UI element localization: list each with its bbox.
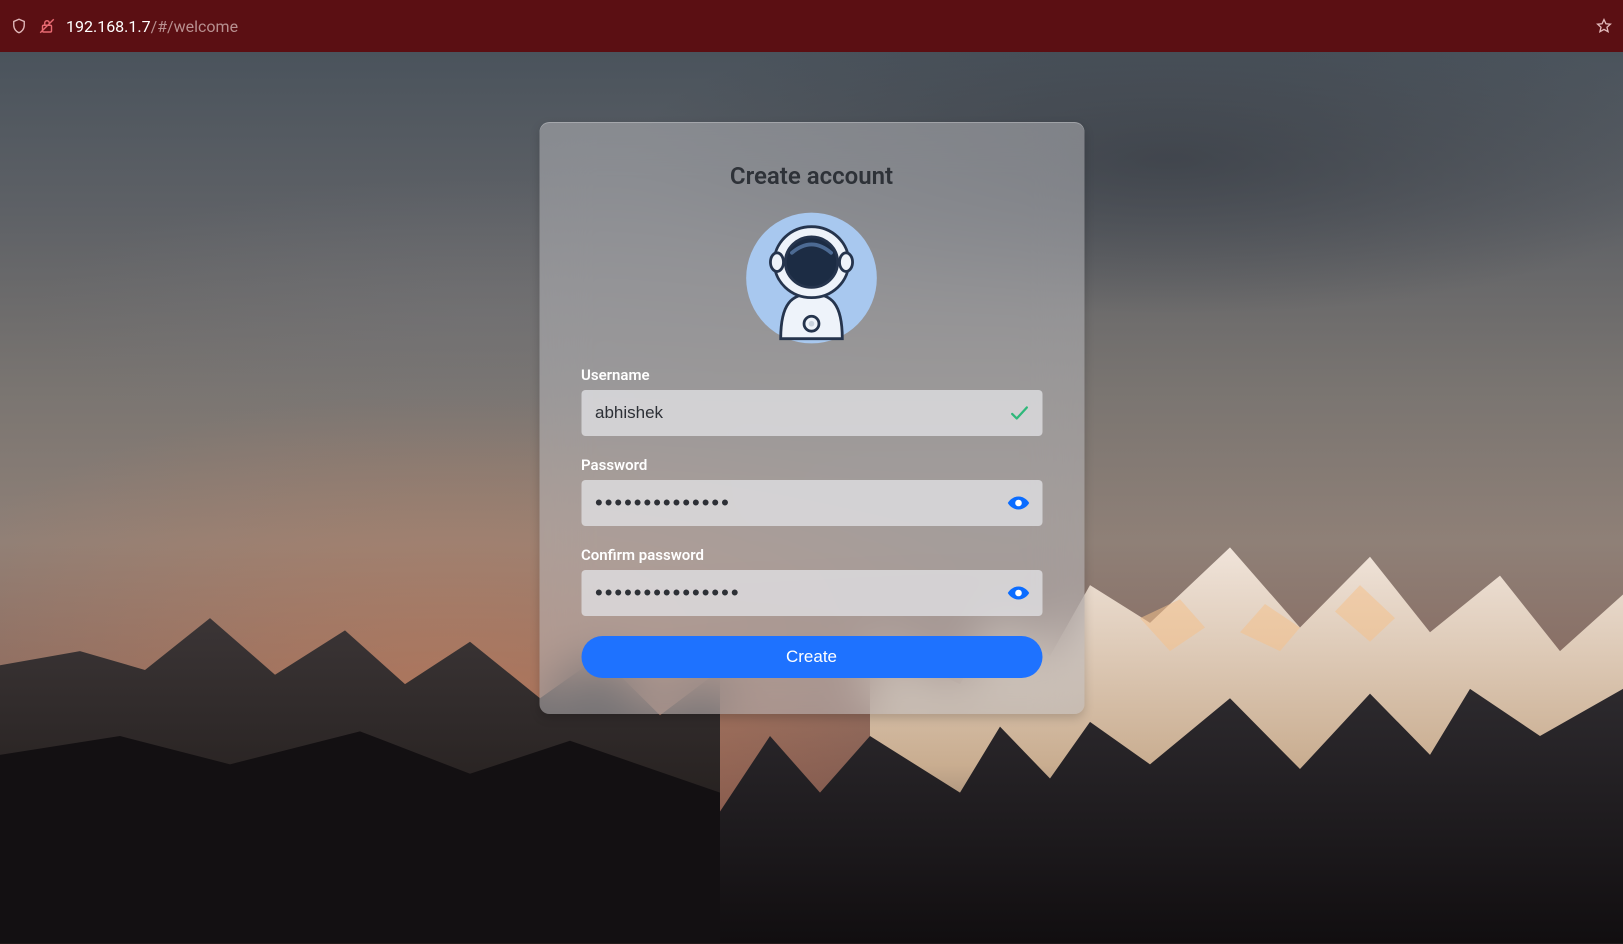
confirm-password-label: Confirm password bbox=[581, 546, 1042, 564]
password-input[interactable] bbox=[581, 480, 1042, 526]
create-button[interactable]: Create bbox=[581, 636, 1042, 678]
page-background: Create account Username bbox=[0, 52, 1623, 944]
eye-icon[interactable] bbox=[1006, 491, 1030, 515]
username-label: Username bbox=[581, 366, 1042, 384]
username-input[interactable] bbox=[581, 390, 1042, 436]
browser-address-bar: 192.168.1.7/#/welcome bbox=[0, 0, 1623, 52]
card-title: Create account bbox=[581, 162, 1042, 190]
url-path: /#/welcome bbox=[151, 17, 238, 36]
star-icon[interactable] bbox=[1595, 17, 1613, 35]
create-account-card: Create account Username bbox=[539, 122, 1084, 714]
eye-icon[interactable] bbox=[1006, 581, 1030, 605]
insecure-lock-icon bbox=[38, 17, 56, 35]
shield-icon bbox=[10, 17, 28, 35]
astronaut-avatar-icon bbox=[581, 208, 1042, 348]
check-icon bbox=[1008, 402, 1030, 424]
url-text[interactable]: 192.168.1.7/#/welcome bbox=[66, 17, 238, 36]
url-host: 192.168.1.7 bbox=[66, 17, 151, 36]
password-label: Password bbox=[581, 456, 1042, 474]
confirm-password-input[interactable] bbox=[581, 570, 1042, 616]
